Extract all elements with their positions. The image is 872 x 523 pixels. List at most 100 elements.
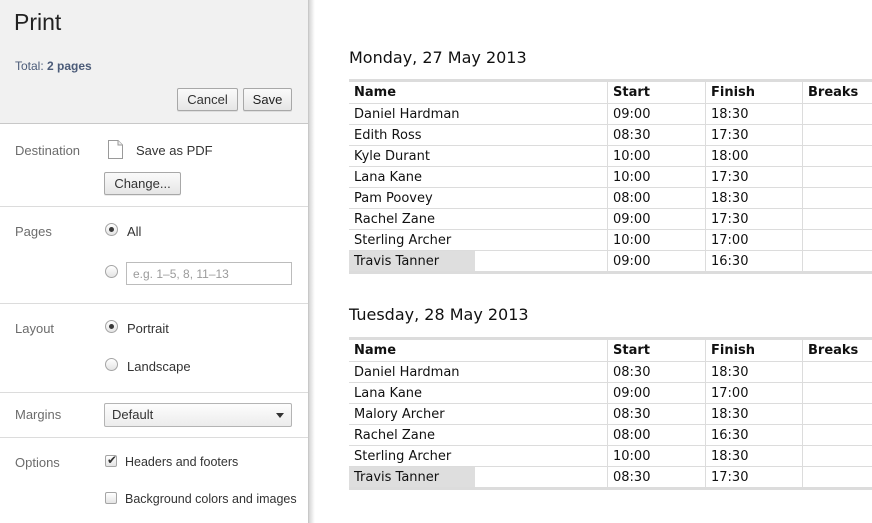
column-header: Start [607,338,706,362]
cell-name: Daniel Hardman [349,361,608,383]
checkmark-icon: ✔ [107,453,118,467]
divider [0,392,308,393]
column-header: Finish [705,80,803,104]
chevron-down-icon [276,413,284,418]
cell-start: 09:00 [607,103,706,125]
table-row: Daniel Hardman 08:30 18:30 [349,361,872,383]
pages-all-label: All [127,224,142,239]
table-row: Lana Kane 09:00 17:00 [349,382,872,404]
cell-finish: 18:30 [705,445,803,467]
cell-finish: 17:30 [705,208,803,230]
table-row: Pam Poovey 08:00 18:30 [349,187,872,209]
cell-start: 10:00 [607,166,706,188]
cell-name: Rachel Zane [349,424,608,446]
cell-finish: 17:30 [705,124,803,146]
print-preview: Monday, 27 May 2013 Name Start Finish Br… [315,0,872,523]
table-row: Travis Tanner 08:30 17:30 [349,466,872,489]
day-heading: Monday, 27 May 2013 [349,48,527,67]
table-row: Daniel Hardman 09:00 18:30 [349,103,872,125]
cell-start: 10:00 [607,145,706,167]
cell-breaks [802,229,872,251]
column-header: Name [349,338,608,362]
print-settings-sidebar: Print Total: 2 pages Cancel Save Destina… [0,0,309,523]
headers-footers-label: Headers and footers [125,455,239,469]
cell-breaks [802,424,872,446]
cell-name: Daniel Hardman [349,103,608,125]
cell-breaks [802,361,872,383]
schedule-table: Name Start Finish Breaks Daniel Hardman … [349,337,872,490]
cell-breaks [802,445,872,467]
page-total: Total: 2 pages [15,59,92,73]
cell-name: Lana Kane [349,382,608,404]
cell-finish: 17:30 [705,166,803,188]
table-row: Malory Archer 08:30 18:30 [349,403,872,425]
table-header-row: Name Start Finish Breaks [349,338,872,362]
cell-breaks [802,124,872,146]
table-header-row: Name Start Finish Breaks [349,80,872,104]
cell-finish: 17:00 [705,229,803,251]
save-button[interactable]: Save [243,88,292,111]
cell-finish: 17:30 [705,466,803,489]
cell-name: Pam Poovey [349,187,608,209]
divider [0,206,308,207]
cell-start: 09:00 [607,382,706,404]
cell-start: 08:30 [607,124,706,146]
dialog-title: Print [14,9,62,35]
table-row: Lana Kane 10:00 17:30 [349,166,872,188]
background-graphics-checkbox[interactable] [105,492,117,504]
cell-name: Lana Kane [349,166,608,188]
change-destination-button[interactable]: Change... [104,172,181,195]
column-header: Start [607,80,706,104]
cell-breaks [802,187,872,209]
cell-name: Sterling Archer [349,445,608,467]
margins-label: Margins [15,407,62,422]
cell-start: 08:00 [607,187,706,209]
total-label: Total: [15,59,44,73]
landscape-radio[interactable] [105,358,118,371]
cell-finish: 16:30 [705,424,803,446]
pages-label: Pages [15,224,52,239]
cell-start: 09:00 [607,250,706,273]
cell-breaks [802,403,872,425]
day-heading: Tuesday, 28 May 2013 [349,305,529,324]
cancel-button[interactable]: Cancel [177,88,238,111]
pages-range-radio[interactable] [105,265,118,278]
schedule-table: Name Start Finish Breaks Daniel Hardman … [349,79,872,274]
pages-range-input[interactable] [126,262,292,285]
cell-start: 08:30 [607,361,706,383]
cell-breaks [802,145,872,167]
cell-finish: 18:30 [705,103,803,125]
cell-finish: 16:30 [705,250,803,273]
cell-name: Malory Archer [349,403,608,425]
table-row: Rachel Zane 08:00 16:30 [349,424,872,446]
column-header: Breaks [802,80,872,104]
column-header: Finish [705,338,803,362]
column-header: Breaks [802,338,872,362]
cell-breaks [802,166,872,188]
destination-label: Destination [15,143,81,158]
cell-breaks [803,467,872,489]
cell-finish: 18:30 [705,403,803,425]
cell-breaks [803,251,872,273]
background-graphics-label: Background colors and images [125,492,297,506]
pages-all-radio[interactable] [105,223,118,236]
cell-finish: 18:00 [705,145,803,167]
portrait-radio[interactable] [105,320,118,333]
cell-name: Kyle Durant [349,145,608,167]
cell-start: 08:30 [607,466,706,489]
cell-name: Rachel Zane [349,208,608,230]
destination-value: Save as PDF [136,143,213,158]
cell-name: Travis Tanner [349,250,608,273]
table-row: Edith Ross 08:30 17:30 [349,124,872,146]
cell-breaks [802,382,872,404]
cell-breaks [802,208,872,230]
cell-name: Travis Tanner [349,466,608,489]
total-pages-count: 2 pages [47,59,92,73]
headers-footers-checkbox[interactable]: ✔ [105,453,118,467]
cell-finish: 18:30 [705,187,803,209]
margins-select[interactable]: Default [104,403,292,427]
divider [0,303,308,304]
cell-start: 09:00 [607,208,706,230]
cell-start: 10:00 [607,229,706,251]
cell-start: 08:00 [607,424,706,446]
